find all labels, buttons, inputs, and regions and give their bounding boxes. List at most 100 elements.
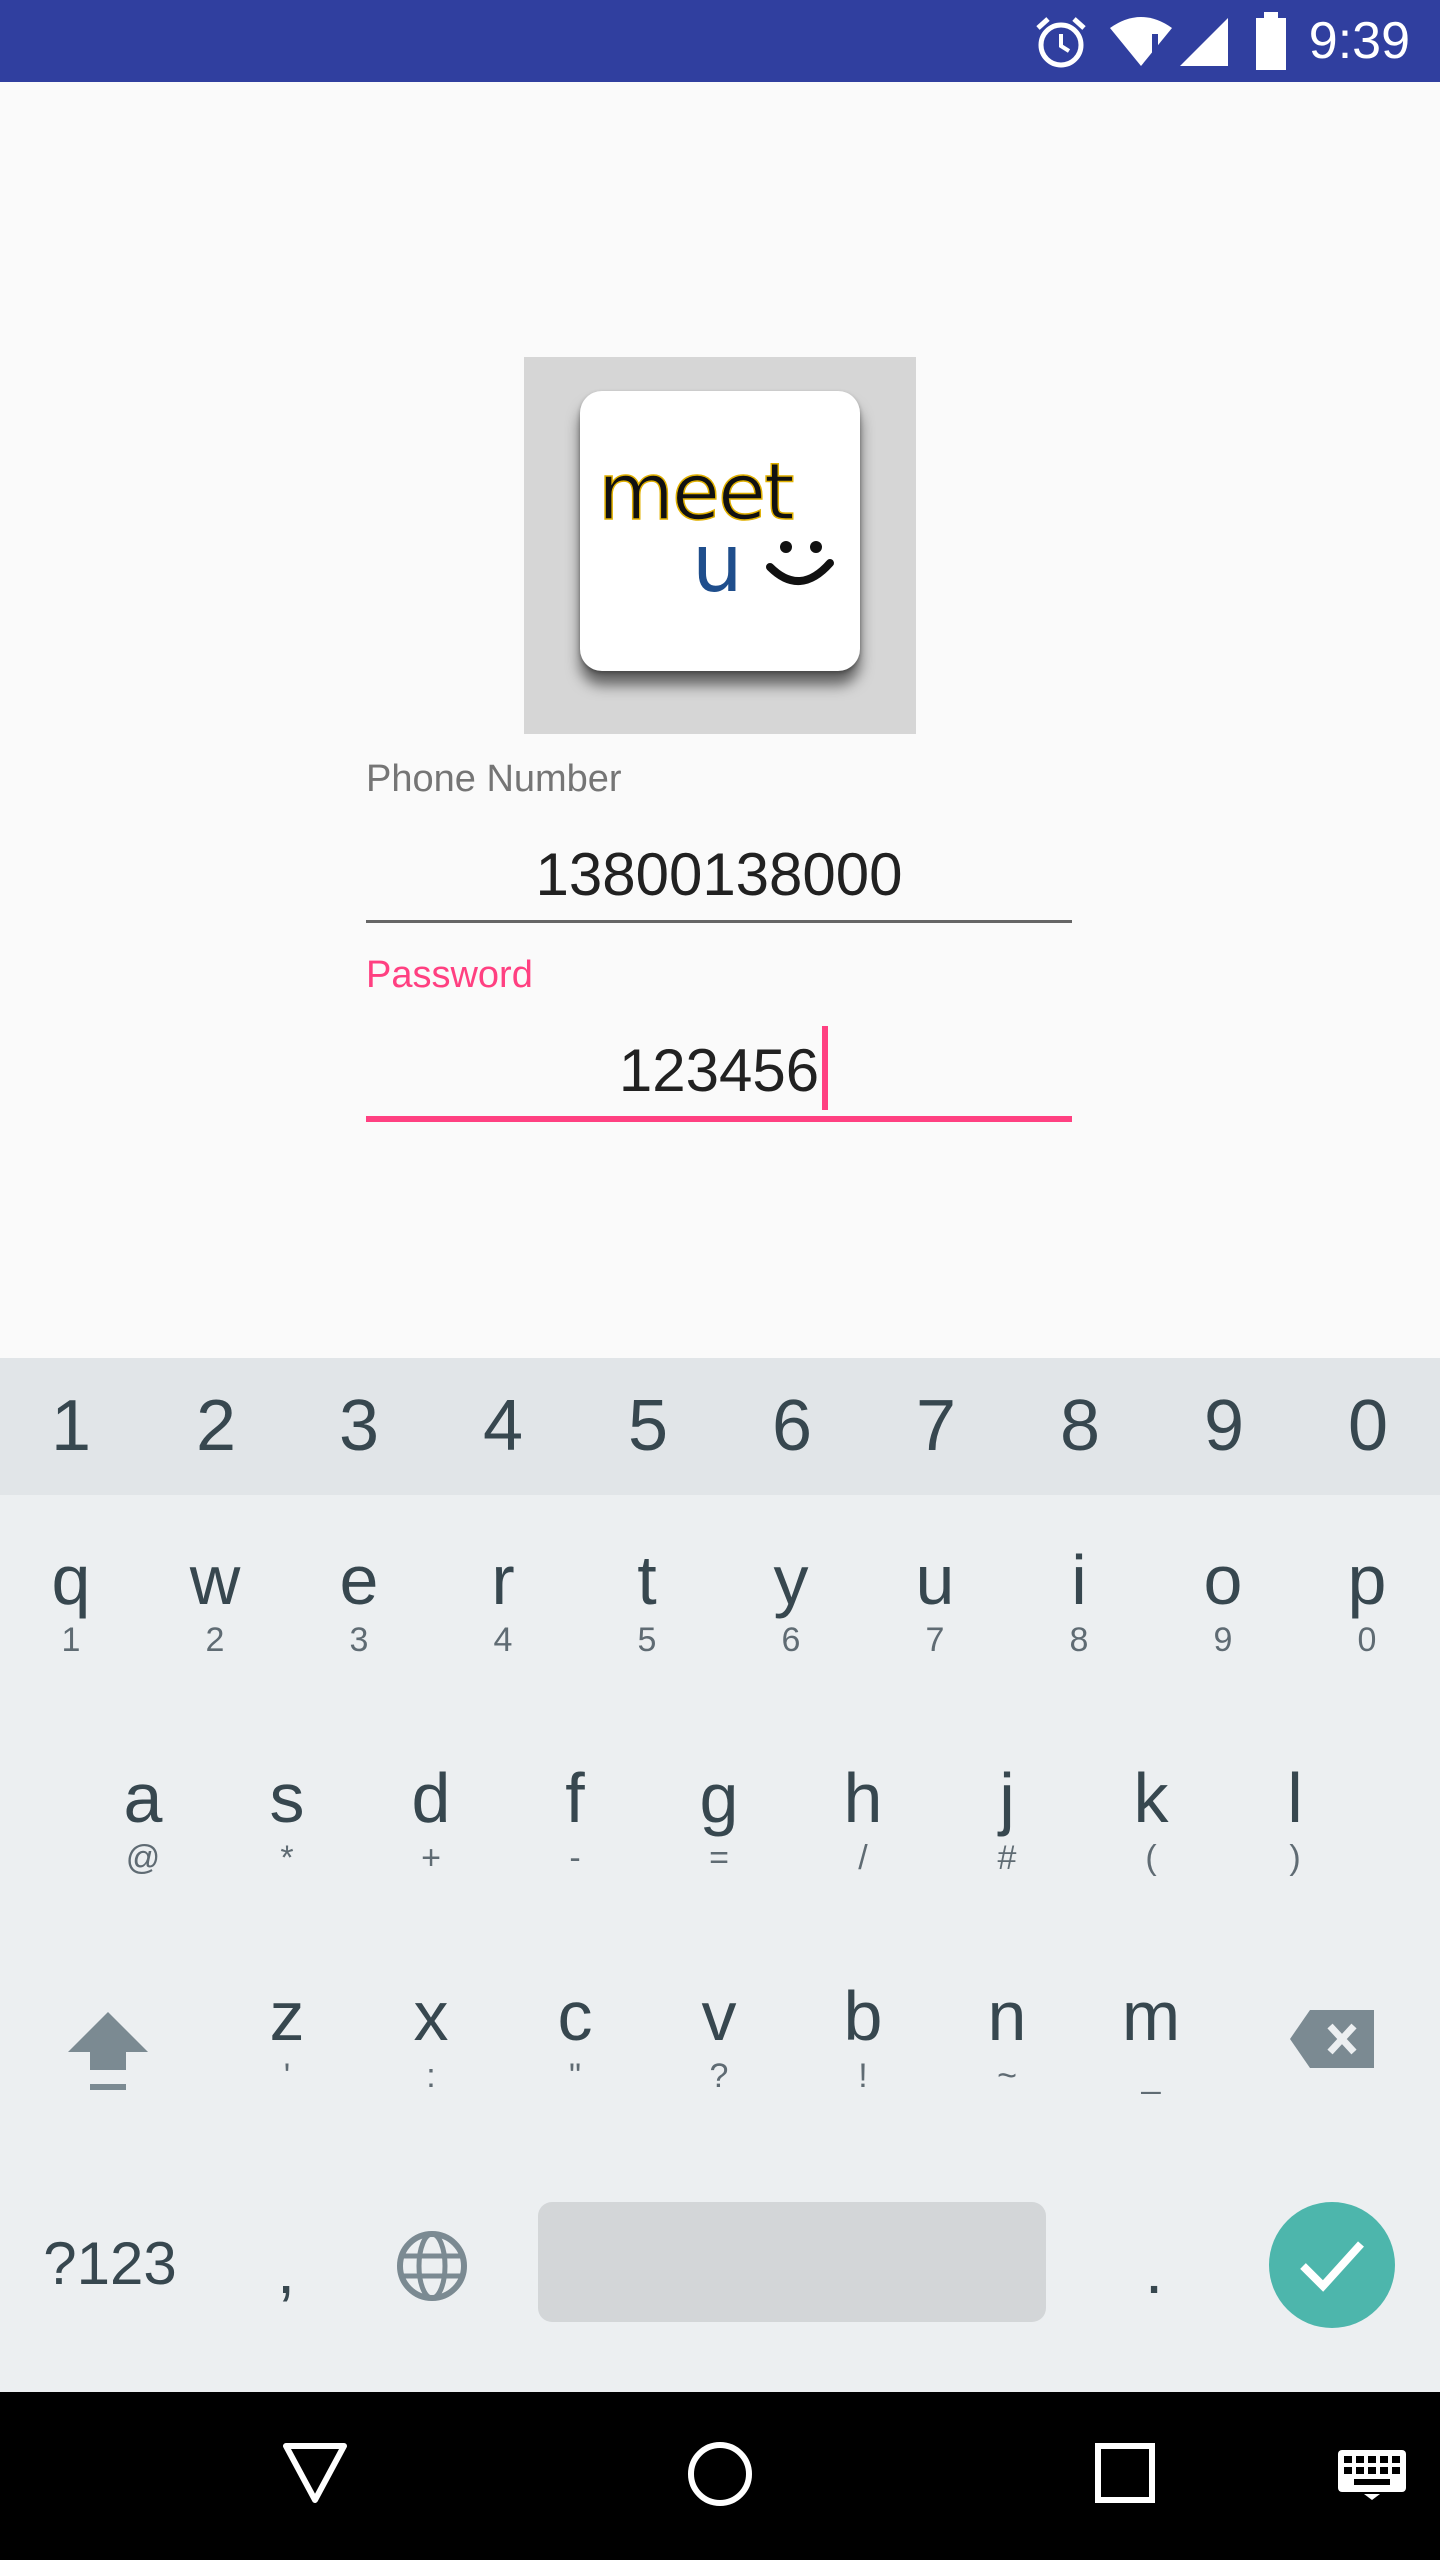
password-input[interactable] bbox=[366, 1030, 1072, 1110]
key-main-label: y bbox=[773, 1541, 809, 1619]
key-4[interactable]: 4 bbox=[453, 1386, 553, 1466]
signal-icon bbox=[1180, 18, 1228, 66]
key-sub-label: - bbox=[569, 1839, 581, 1877]
key-main-label: x bbox=[413, 1977, 449, 2055]
key-main-label: p bbox=[1347, 1541, 1387, 1619]
key-main-label: k bbox=[1133, 1759, 1169, 1837]
key-main-label: f bbox=[565, 1759, 585, 1837]
key-g[interactable]: g = bbox=[669, 1758, 769, 1878]
key-x[interactable]: x: bbox=[381, 1976, 481, 2096]
key-sub-label: ? bbox=[709, 2057, 729, 2095]
key-main-label: b bbox=[843, 1977, 883, 2055]
key-y[interactable]: y6 bbox=[741, 1540, 841, 1660]
app-logo-container: meet u bbox=[524, 357, 916, 734]
navigation-bar bbox=[0, 2392, 1440, 2560]
key-u[interactable]: u7 bbox=[885, 1540, 985, 1660]
key-3[interactable]: 3 bbox=[309, 1386, 409, 1466]
key-main-label: o bbox=[1203, 1541, 1243, 1619]
key-main-label: h bbox=[843, 1759, 883, 1837]
key-sub-label: * bbox=[280, 1839, 294, 1877]
key-main-label: c bbox=[557, 1977, 593, 2055]
key-6[interactable]: 6 bbox=[742, 1386, 842, 1466]
period-key[interactable]: . bbox=[1124, 2232, 1184, 2308]
key-1[interactable]: 1 bbox=[21, 1386, 121, 1466]
done-key[interactable] bbox=[1269, 2202, 1395, 2328]
logo-word-u: u bbox=[692, 517, 743, 610]
key-c[interactable]: c " bbox=[525, 1976, 625, 2096]
key-i[interactable]: i8 bbox=[1029, 1540, 1129, 1660]
key-sub-label: 9 bbox=[1213, 1621, 1233, 1659]
key-main-label: j bbox=[999, 1759, 1015, 1837]
key-5[interactable]: 5 bbox=[598, 1386, 698, 1466]
key-sub-label: ~ bbox=[997, 2057, 1017, 2095]
smiley-icon bbox=[766, 541, 834, 586]
key-main-label: a bbox=[123, 1759, 163, 1837]
key-v[interactable]: v? bbox=[669, 1976, 769, 2096]
key-o[interactable]: o9 bbox=[1173, 1540, 1273, 1660]
key-main-label: g bbox=[699, 1759, 739, 1837]
phone-number-input[interactable] bbox=[366, 834, 1072, 914]
key-j[interactable]: j # bbox=[957, 1758, 1057, 1878]
key-main-label: d bbox=[411, 1759, 451, 1837]
key-sub-label: : bbox=[426, 2057, 436, 2095]
key-8[interactable]: 8 bbox=[1030, 1386, 1130, 1466]
space-bar[interactable] bbox=[538, 2202, 1046, 2322]
key-sub-label: 1 bbox=[61, 1621, 81, 1659]
key-main-label: r bbox=[491, 1541, 515, 1619]
recents-icon[interactable] bbox=[1094, 2442, 1156, 2504]
key-h[interactable]: h / bbox=[813, 1758, 913, 1878]
key-main-label: e bbox=[339, 1541, 379, 1619]
key-q[interactable]: q1 bbox=[21, 1540, 121, 1660]
key-a[interactable]: a @ bbox=[93, 1758, 193, 1878]
comma-key[interactable]: , bbox=[256, 2232, 316, 2308]
key-sub-label: + bbox=[421, 1839, 441, 1877]
key-main-label: m bbox=[1121, 1977, 1181, 2055]
symbols-key[interactable]: ?123 bbox=[20, 2224, 200, 2304]
globe-icon[interactable] bbox=[394, 2228, 470, 2304]
key-m[interactable]: m _ bbox=[1101, 1976, 1201, 2096]
key-sub-label: 2 bbox=[205, 1621, 225, 1659]
backspace-icon[interactable] bbox=[1288, 2008, 1378, 2070]
key-7[interactable]: 7 bbox=[886, 1386, 986, 1466]
key-2[interactable]: 2 bbox=[166, 1386, 266, 1466]
clock-time: 9:39 bbox=[1308, 12, 1410, 70]
home-icon[interactable] bbox=[686, 2440, 754, 2508]
key-r[interactable]: r4 bbox=[453, 1540, 553, 1660]
key-main-label: v bbox=[701, 1977, 737, 2055]
key-main-label: n bbox=[987, 1977, 1027, 2055]
key-sub-label: ( bbox=[1145, 1839, 1157, 1877]
key-e[interactable]: e3 bbox=[309, 1540, 409, 1660]
key-l[interactable]: l) bbox=[1245, 1758, 1345, 1878]
key-main-label: w bbox=[189, 1541, 241, 1619]
key-sub-label: 4 bbox=[493, 1621, 513, 1659]
keyboard-switch-icon[interactable] bbox=[1336, 2448, 1408, 2500]
back-icon[interactable] bbox=[282, 2442, 348, 2504]
key-0[interactable]: 0 bbox=[1318, 1386, 1418, 1466]
key-w[interactable]: w2 bbox=[165, 1540, 265, 1660]
key-sub-label: 6 bbox=[781, 1621, 801, 1659]
key-d[interactable]: d + bbox=[381, 1758, 481, 1878]
key-z[interactable]: z ' bbox=[237, 1976, 337, 2096]
key-n[interactable]: n ~ bbox=[957, 1976, 1057, 2096]
key-sub-label: # bbox=[997, 1839, 1017, 1877]
key-sub-label: 0 bbox=[1357, 1621, 1377, 1659]
key-s[interactable]: s * bbox=[237, 1758, 337, 1878]
password-underline bbox=[366, 1116, 1072, 1122]
key-main-label: t bbox=[637, 1541, 657, 1619]
key-sub-label: 8 bbox=[1069, 1621, 1089, 1659]
key-p[interactable]: p0 bbox=[1317, 1540, 1417, 1660]
key-k[interactable]: k( bbox=[1101, 1758, 1201, 1878]
alarm-icon bbox=[1036, 17, 1086, 68]
key-b[interactable]: b! bbox=[813, 1976, 913, 2096]
key-sub-label: / bbox=[858, 1839, 868, 1877]
key-main-label: u bbox=[915, 1541, 955, 1619]
shift-key-icon[interactable] bbox=[58, 2002, 158, 2102]
key-sub-label: 5 bbox=[637, 1621, 657, 1659]
status-bar: 9:39 bbox=[0, 0, 1440, 82]
key-9[interactable]: 9 bbox=[1174, 1386, 1274, 1466]
key-t[interactable]: t5 bbox=[597, 1540, 697, 1660]
app-logo: meet u bbox=[580, 391, 860, 671]
key-f[interactable]: f- bbox=[525, 1758, 625, 1878]
key-sub-label: _ bbox=[1141, 2057, 1161, 2095]
phone-number-underline bbox=[366, 920, 1072, 923]
